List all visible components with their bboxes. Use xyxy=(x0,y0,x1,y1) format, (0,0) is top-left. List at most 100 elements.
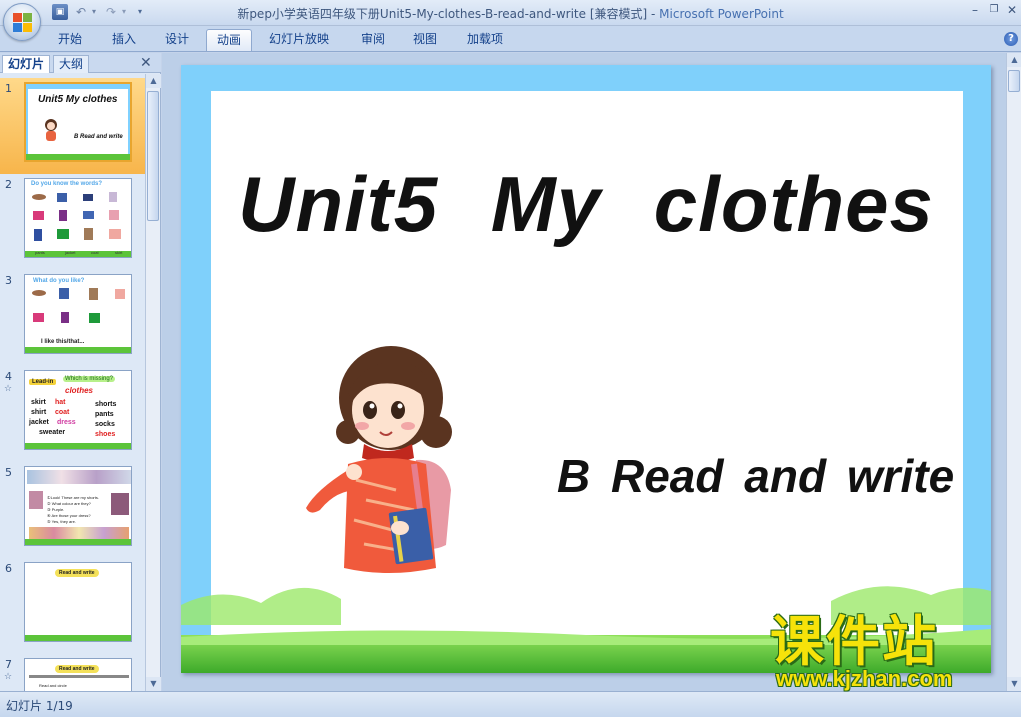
status-bar: 幻灯片 1/19 xyxy=(0,691,1021,717)
thumb-word: skirt xyxy=(31,399,46,406)
panel-tabs: 幻灯片 大纲 ✕ xyxy=(0,53,161,73)
thumb-line: ② What colour are they? xyxy=(47,501,91,506)
thumb-bubble: Which is missing? xyxy=(63,376,116,382)
watermark-url: www.kjzhan.com xyxy=(776,666,953,691)
slide-number: 1 xyxy=(5,82,12,95)
restore-button[interactable]: ❐ xyxy=(985,2,1003,18)
slide-title[interactable]: Unit5 My clothes xyxy=(181,159,991,250)
scroll-thumb[interactable] xyxy=(147,91,159,221)
thumbnail-row-6[interactable]: 6 Read and write xyxy=(0,558,145,654)
tab-slides[interactable]: 幻灯片 xyxy=(2,55,51,73)
thumb-line: I like this/that... xyxy=(41,339,85,345)
clothes-strip-icon xyxy=(27,470,131,484)
close-panel-icon[interactable]: ✕ xyxy=(140,55,152,71)
thumb-line: ③ Purple. xyxy=(47,507,65,512)
slide-thumbnail-4[interactable]: Lead-in Which is missing? clothes skirt … xyxy=(24,370,132,450)
thumb-word: skirt xyxy=(115,250,123,255)
scroll-up-icon[interactable]: ▲ xyxy=(1007,53,1021,67)
thumb-title: What do you like? xyxy=(33,278,85,284)
thumb-heading: clothes xyxy=(65,386,94,395)
slide-thumbnail-list: 1 Unit5 My clothes B Read and write 2 Do… xyxy=(0,74,145,691)
office-logo-icon xyxy=(13,13,33,33)
thumb-line: ①Look! These are my shorts. xyxy=(47,495,99,500)
thumb-word: jacket xyxy=(65,250,76,255)
slide-number: 2 xyxy=(5,178,12,191)
slide-thumbnail-7[interactable]: Read and write Read and circle xyxy=(24,658,132,691)
slide-subtitle[interactable]: B Read and write xyxy=(557,449,954,503)
clothes-grid-icon xyxy=(31,287,129,335)
animation-star-icon: ☆ xyxy=(4,384,13,394)
thumbnail-row-2[interactable]: 2 Do you know the words? pants jacket co… xyxy=(0,174,145,270)
scroll-thumb[interactable] xyxy=(1008,70,1020,92)
tab-addins[interactable]: 加载项 xyxy=(457,29,513,51)
thumb-word: shoes xyxy=(95,431,116,438)
tab-home[interactable]: 开始 xyxy=(48,29,92,51)
scroll-down-icon[interactable]: ▼ xyxy=(146,677,161,691)
thumb-word: socks xyxy=(95,421,115,428)
title-bar: ▣ ↶ ▾ ↷ ▾ ▾ 新pep小学英语四年级下册Unit5-My-clothe… xyxy=(0,0,1021,41)
close-button[interactable]: ✕ xyxy=(1003,2,1021,18)
slide-thumbnail-6[interactable]: Read and write xyxy=(24,562,132,642)
tab-animation[interactable]: 动画 xyxy=(206,29,252,51)
thumb-title: Unit5 My clothes xyxy=(38,94,118,105)
animation-star-icon: ☆ xyxy=(4,672,13,682)
thumb-title: Do you know the words? xyxy=(31,181,103,187)
thumb-word: dress xyxy=(57,419,76,426)
slide-number: 6 xyxy=(5,562,12,575)
title-separator: - xyxy=(647,7,660,21)
person-image-icon xyxy=(111,493,129,515)
tab-review[interactable]: 审阅 xyxy=(351,29,395,51)
slide-editing-area: Unit5 My clothes B Read and write xyxy=(162,53,1006,691)
kjzhan-watermark: 课件站 www.kjzhan.com xyxy=(770,612,1010,692)
thumb-word: jacket xyxy=(29,419,49,426)
thumb-word: shorts xyxy=(95,401,117,408)
slide-number: 3 xyxy=(5,274,12,287)
office-button[interactable] xyxy=(3,3,41,41)
watermark-cn-text: 课件站 xyxy=(770,610,938,673)
slide-thumbnail-5[interactable]: ①Look! These are my shorts. ② What colou… xyxy=(24,466,132,546)
minimize-button[interactable]: – xyxy=(966,2,984,18)
slide-thumbnail-2[interactable]: Do you know the words? pants jacket coat… xyxy=(24,178,132,258)
slide-scrollbar[interactable]: ▲ ▼ xyxy=(1006,53,1021,691)
clothes-strip-icon xyxy=(29,527,129,539)
tab-outline[interactable]: 大纲 xyxy=(53,55,90,73)
thumb-banner: Read and write xyxy=(55,665,99,673)
thumbnail-row-5[interactable]: 5 ①Look! These are my shorts. ② What col… xyxy=(0,462,145,558)
thumbnail-row-3[interactable]: 3 What do you like? I like this/that... xyxy=(0,270,145,366)
ribbon-tab-bar: 开始 插入 设计 动画 幻灯片放映 审阅 视图 加载项 ? xyxy=(0,26,1021,52)
slide-number: 5 xyxy=(5,466,12,479)
document-name: 新pep小学英语四年级下册Unit5-My-clothes-B-read-and… xyxy=(237,7,648,21)
thumb-tag: Lead-in xyxy=(29,379,57,385)
tab-slideshow[interactable]: 幻灯片放映 xyxy=(262,29,336,51)
thumb-line: ④ Are those your dress? xyxy=(47,513,91,518)
text-line-icon xyxy=(29,675,129,678)
thumbnail-row-1[interactable]: 1 Unit5 My clothes B Read and write xyxy=(0,78,145,174)
app-name: Microsoft PowerPoint xyxy=(659,7,784,21)
thumbnail-scrollbar[interactable]: ▲ ▼ xyxy=(145,74,161,691)
slide-number: 7 xyxy=(5,658,12,671)
thumb-line: Read and circle xyxy=(39,683,67,688)
thumb-word: pants xyxy=(35,250,45,255)
tab-insert[interactable]: 插入 xyxy=(102,29,146,51)
tab-view[interactable]: 视图 xyxy=(403,29,447,51)
clothes-grid-icon xyxy=(31,191,129,247)
thumb-banner: Read and write xyxy=(55,569,99,577)
thumb-word: coat xyxy=(91,250,99,255)
slide-thumbnail-1[interactable]: Unit5 My clothes B Read and write xyxy=(24,82,132,162)
current-slide[interactable]: Unit5 My clothes B Read and write xyxy=(181,65,991,673)
slide-thumbnail-3[interactable]: What do you like? I like this/that... xyxy=(24,274,132,354)
help-icon[interactable]: ? xyxy=(1004,32,1018,46)
shop-image-icon xyxy=(29,491,43,509)
slide-number: 4 xyxy=(5,370,12,383)
girl-with-book-illustration xyxy=(306,346,452,573)
tab-design[interactable]: 设计 xyxy=(155,29,199,51)
thumbnail-row-4[interactable]: 4 ☆ Lead-in Which is missing? clothes sk… xyxy=(0,366,145,462)
thumb-word: coat xyxy=(55,409,70,416)
thumb-subtitle: B Read and write xyxy=(74,134,123,140)
thumb-word: sweater xyxy=(39,429,66,436)
scroll-up-icon[interactable]: ▲ xyxy=(146,74,161,88)
thumb-word: hat xyxy=(55,399,66,406)
thumbnail-row-7[interactable]: 7 ☆ Read and write Read and circle xyxy=(0,654,145,691)
thumb-word: shirt xyxy=(31,409,47,416)
slides-panel: 幻灯片 大纲 ✕ 1 Unit5 My clothes B Read and w… xyxy=(0,53,161,691)
